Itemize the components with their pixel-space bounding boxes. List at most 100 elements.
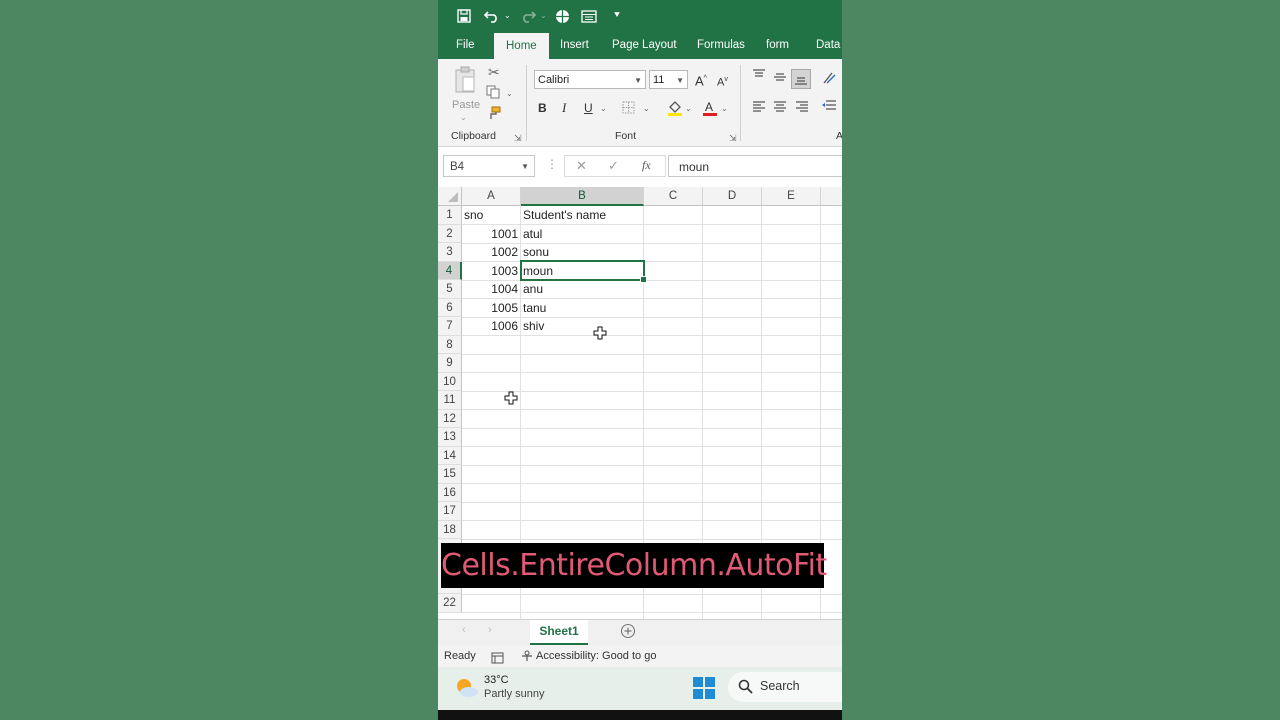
cell-a6[interactable]: 1005 bbox=[464, 299, 518, 317]
row-header-5[interactable]: 5 bbox=[438, 280, 462, 299]
insert-function-button[interactable]: fx bbox=[642, 158, 651, 173]
cell-b3[interactable]: sonu bbox=[523, 243, 641, 261]
scroll-right-icon[interactable]: › bbox=[488, 624, 492, 636]
underline-dropdown-icon[interactable]: ⌄ bbox=[600, 101, 607, 117]
paste-icon[interactable] bbox=[454, 66, 476, 99]
font-size-select[interactable]: 11 ▼ bbox=[649, 70, 688, 89]
cell-b6[interactable]: tanu bbox=[523, 299, 641, 317]
redo-icon[interactable] bbox=[520, 0, 537, 31]
form-icon[interactable] bbox=[581, 0, 597, 31]
row-header-10[interactable]: 10 bbox=[438, 372, 462, 391]
column-header-c[interactable]: C bbox=[644, 187, 703, 206]
weather-icon[interactable] bbox=[454, 676, 480, 705]
row-header-7[interactable]: 7 bbox=[438, 317, 462, 336]
italic-button[interactable]: I bbox=[562, 100, 566, 116]
copy-dropdown-icon[interactable]: ⌄ bbox=[506, 86, 513, 102]
row-header-6[interactable]: 6 bbox=[438, 298, 462, 317]
row-header-14[interactable]: 14 bbox=[438, 446, 462, 465]
cell-a2[interactable]: 1001 bbox=[464, 225, 518, 243]
align-center-icon[interactable] bbox=[773, 101, 787, 117]
tab-form[interactable]: form bbox=[766, 31, 789, 59]
row-header-22[interactable]: 22 bbox=[438, 594, 462, 613]
format-painter-icon[interactable] bbox=[487, 106, 501, 124]
cell-a7[interactable]: 1006 bbox=[464, 317, 518, 335]
sheet-tab-sheet1[interactable]: Sheet1 bbox=[530, 620, 588, 645]
cancel-icon[interactable]: ✕ bbox=[576, 158, 587, 174]
row-header-12[interactable]: 12 bbox=[438, 409, 462, 428]
row-header-15[interactable]: 15 bbox=[438, 465, 462, 484]
cell-b7[interactable]: shiv bbox=[523, 317, 641, 335]
more-options-icon[interactable]: ⋮ bbox=[546, 157, 558, 171]
row-header-1[interactable]: 1 bbox=[438, 206, 462, 225]
tab-formulas[interactable]: Formulas bbox=[697, 31, 745, 59]
column-header-f[interactable] bbox=[821, 187, 842, 206]
increase-font-icon[interactable]: A^ bbox=[695, 71, 707, 89]
tab-insert[interactable]: Insert bbox=[560, 31, 589, 59]
row-header-16[interactable]: 16 bbox=[438, 483, 462, 502]
orientation-icon[interactable] bbox=[822, 71, 838, 89]
cell-a1[interactable]: sno bbox=[464, 206, 519, 224]
row-header-3[interactable]: 3 bbox=[438, 243, 462, 262]
scroll-left-icon[interactable]: ‹ bbox=[462, 624, 466, 636]
row-header-2[interactable]: 2 bbox=[438, 224, 462, 243]
redo-dropdown-icon[interactable]: ⌄ bbox=[540, 0, 547, 31]
name-box[interactable]: B4 ▼ bbox=[443, 155, 535, 177]
column-header-b[interactable]: B bbox=[521, 187, 644, 206]
borders-dropdown-icon[interactable]: ⌄ bbox=[643, 101, 650, 117]
fill-color-dropdown-icon[interactable]: ⌄ bbox=[685, 101, 692, 117]
column-header-d[interactable]: D bbox=[703, 187, 762, 206]
tab-file[interactable]: File bbox=[456, 31, 475, 59]
column-header-a[interactable]: A bbox=[462, 187, 521, 206]
undo-icon[interactable] bbox=[483, 0, 500, 31]
select-all-corner[interactable] bbox=[438, 187, 462, 206]
chart-icon[interactable] bbox=[555, 0, 570, 31]
decrease-indent-icon[interactable] bbox=[821, 100, 837, 117]
formula-input[interactable]: moun bbox=[668, 155, 842, 177]
fill-color-icon[interactable] bbox=[667, 99, 683, 120]
font-name-select[interactable]: Calibri ▼ bbox=[534, 70, 646, 89]
row-header-9[interactable]: 9 bbox=[438, 354, 462, 373]
align-bottom-icon[interactable] bbox=[791, 69, 811, 89]
taskbar-search[interactable]: Search bbox=[728, 672, 842, 702]
row-header-17[interactable]: 17 bbox=[438, 502, 462, 521]
row-header-8[interactable]: 8 bbox=[438, 335, 462, 354]
row-header-4[interactable]: 4 bbox=[438, 261, 462, 280]
align-left-icon[interactable] bbox=[752, 101, 766, 117]
row-header-11[interactable]: 11 bbox=[438, 391, 462, 410]
windows-start-icon[interactable] bbox=[693, 677, 715, 704]
save-icon[interactable] bbox=[457, 0, 471, 31]
align-right-icon[interactable] bbox=[795, 101, 809, 117]
decrease-font-icon[interactable]: Av bbox=[717, 72, 728, 91]
add-sheet-icon[interactable] bbox=[620, 623, 636, 644]
font-color-icon[interactable]: A bbox=[702, 99, 718, 120]
accessibility-status[interactable]: Accessibility: Good to go bbox=[536, 645, 656, 667]
tab-home[interactable]: Home bbox=[494, 33, 549, 59]
borders-icon[interactable] bbox=[622, 101, 635, 118]
cell-a4[interactable]: 1003 bbox=[464, 262, 518, 280]
tab-page-layout[interactable]: Page Layout bbox=[612, 31, 677, 59]
row-header-13[interactable]: 13 bbox=[438, 428, 462, 447]
align-top-icon[interactable] bbox=[752, 69, 766, 85]
enter-icon[interactable]: ✓ bbox=[608, 158, 619, 174]
clipboard-launcher-icon[interactable]: ⇲ bbox=[514, 130, 522, 146]
copy-icon[interactable] bbox=[486, 85, 500, 103]
cell-a3[interactable]: 1002 bbox=[464, 243, 518, 261]
column-header-e[interactable]: E bbox=[762, 187, 821, 206]
cell-b1[interactable]: Student's name bbox=[523, 206, 641, 224]
cell-b2[interactable]: atul bbox=[523, 225, 641, 243]
row-header-18[interactable]: 18 bbox=[438, 520, 462, 539]
paste-dropdown-icon[interactable]: ⌄ bbox=[460, 110, 467, 126]
align-middle-icon[interactable] bbox=[773, 71, 787, 87]
font-color-dropdown-icon[interactable]: ⌄ bbox=[721, 101, 728, 117]
cell-b5[interactable]: anu bbox=[523, 280, 641, 298]
cell-a5[interactable]: 1004 bbox=[464, 280, 518, 298]
tab-data[interactable]: Data bbox=[816, 31, 840, 59]
accessibility-icon[interactable] bbox=[520, 645, 534, 667]
customize-toolbar-icon[interactable]: ⯆ bbox=[613, 0, 621, 31]
fill-handle[interactable] bbox=[640, 276, 647, 283]
bold-button[interactable]: B bbox=[538, 100, 547, 116]
cut-icon[interactable]: ✂ bbox=[488, 64, 500, 80]
font-launcher-icon[interactable]: ⇲ bbox=[729, 130, 737, 146]
undo-dropdown-icon[interactable]: ⌄ bbox=[504, 0, 511, 31]
underline-button[interactable]: U bbox=[584, 100, 593, 116]
